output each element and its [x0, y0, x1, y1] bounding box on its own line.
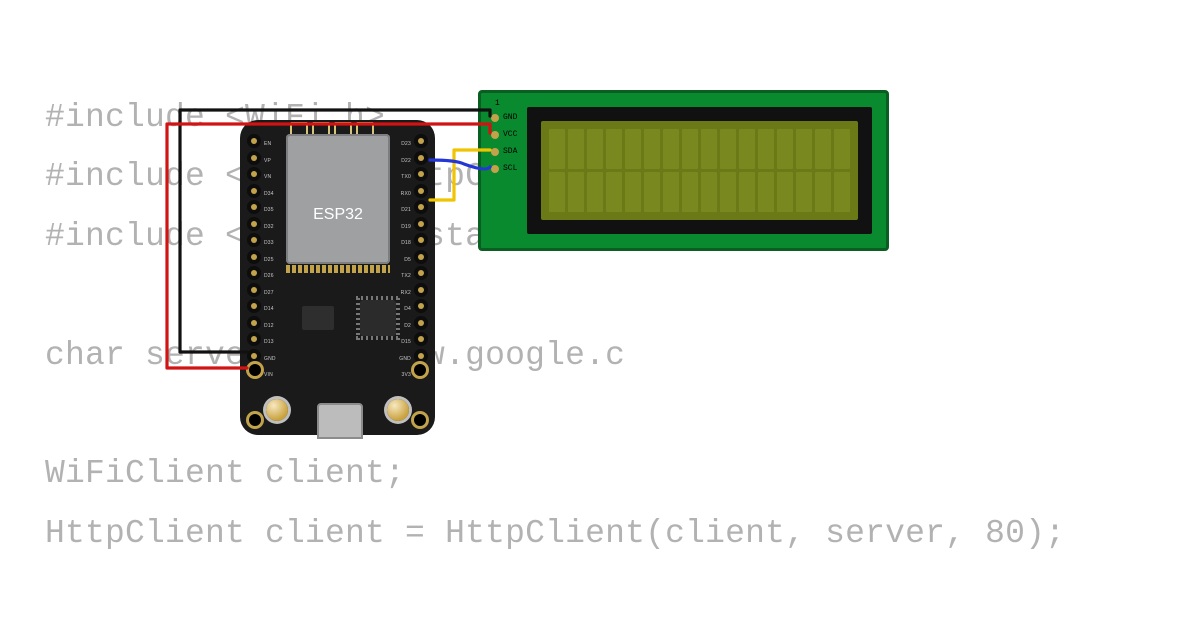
chip-label: ESP32 — [286, 206, 390, 224]
lcd-pin-scl[interactable]: SCL — [491, 162, 517, 175]
pin-hole[interactable] — [247, 151, 261, 165]
pin-hole[interactable] — [247, 266, 261, 280]
mount-hole-icon — [249, 364, 261, 376]
en-button[interactable] — [266, 399, 288, 421]
lcd-pin-vcc[interactable]: VCC — [491, 128, 517, 141]
pin-hole[interactable] — [247, 283, 261, 297]
pin-hole[interactable] — [247, 316, 261, 330]
pin-hole[interactable] — [414, 200, 428, 214]
pin-hole[interactable] — [247, 332, 261, 346]
pin-labels-left: EN VP VN D34 D35 D32 D33 D25 D26 D27 D14… — [264, 136, 276, 384]
pin-labels-right: D23 D22 TX0 RX0 D21 D19 D18 D5 TX2 RX2 D… — [399, 136, 411, 384]
usb-serial-chip — [360, 300, 396, 336]
pin-hole[interactable] — [247, 250, 261, 264]
lcd-i2c-pins[interactable]: GND VCC SDA SCL — [491, 111, 517, 175]
antenna-icon — [290, 120, 386, 134]
pin-hole[interactable] — [247, 184, 261, 198]
esp32-board[interactable]: ESP32 EN VP VN D34 D35 D32 D33 D25 D26 D… — [240, 120, 435, 435]
micro-usb-port[interactable] — [317, 403, 363, 439]
lcd-cells — [549, 129, 850, 212]
lcd-bezel — [527, 107, 872, 234]
pin-hole[interactable] — [414, 167, 428, 181]
pin-hole[interactable] — [414, 299, 428, 313]
lcd-pin-gnd[interactable]: GND — [491, 111, 517, 124]
lcd-module[interactable]: 1 GND VCC SDA SCL — [478, 90, 889, 251]
pin-hole[interactable] — [247, 200, 261, 214]
pin-hole[interactable] — [414, 283, 428, 297]
lcd-pin-sda[interactable]: SDA — [491, 145, 517, 158]
pin-hole[interactable] — [247, 233, 261, 247]
mount-hole-icon — [414, 414, 426, 426]
pin-header-left[interactable] — [247, 134, 261, 379]
esp32-shield: ESP32 — [286, 134, 390, 264]
pin-hole[interactable] — [414, 134, 428, 148]
pin-hole[interactable] — [414, 217, 428, 231]
regulator-chip — [302, 306, 334, 330]
pin-hole[interactable] — [414, 316, 428, 330]
lcd-screen — [541, 121, 858, 220]
pin-hole[interactable] — [414, 233, 428, 247]
pin-hole[interactable] — [247, 217, 261, 231]
pin-header-right[interactable] — [414, 134, 428, 379]
mount-hole-icon — [414, 364, 426, 376]
boot-button[interactable] — [387, 399, 409, 421]
pin-hole[interactable] — [414, 349, 428, 363]
pin-hole[interactable] — [414, 266, 428, 280]
pin-hole[interactable] — [247, 134, 261, 148]
pin-hole[interactable] — [247, 167, 261, 181]
pin-hole[interactable] — [414, 151, 428, 165]
pin-hole[interactable] — [414, 332, 428, 346]
pin-hole[interactable] — [247, 299, 261, 313]
pin1-marker: 1 — [495, 99, 500, 108]
module-pads — [286, 265, 390, 273]
pin-hole[interactable] — [414, 184, 428, 198]
pin-hole[interactable] — [414, 250, 428, 264]
pin-hole[interactable] — [247, 349, 261, 363]
mount-hole-icon — [249, 414, 261, 426]
